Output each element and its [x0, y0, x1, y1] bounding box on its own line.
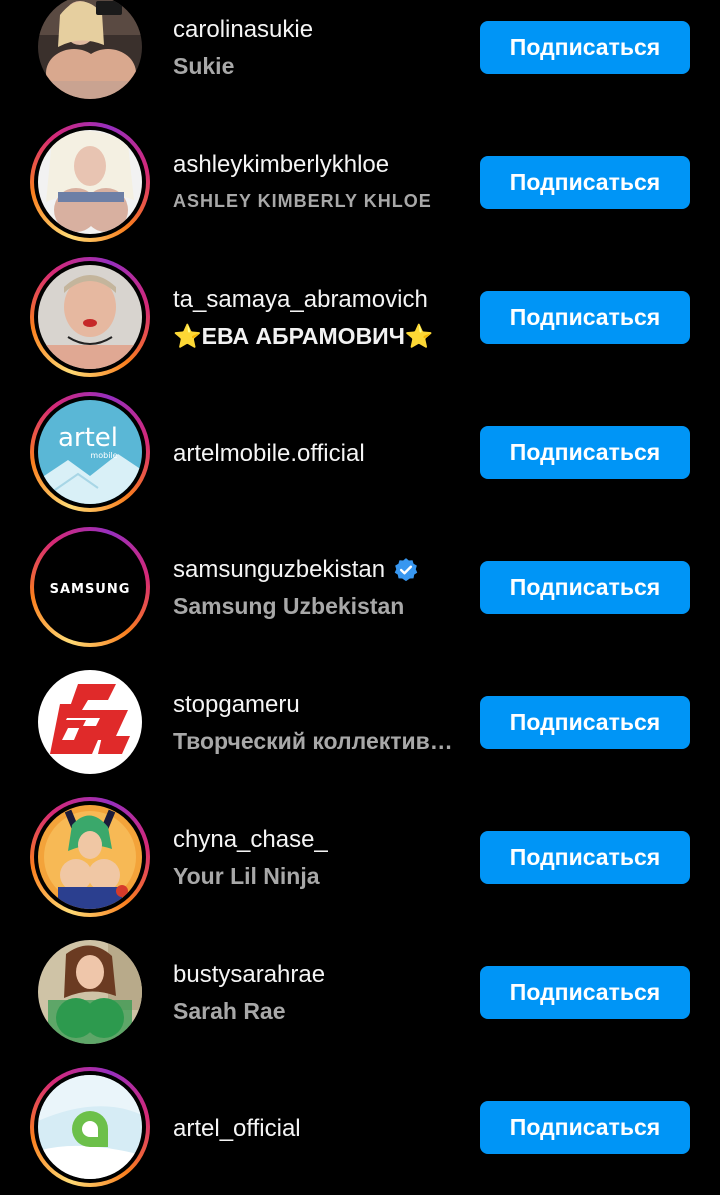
full-name: Your Lil Ninja	[173, 863, 320, 889]
follow-button[interactable]: Подписаться	[480, 561, 690, 614]
username[interactable]: stopgameru	[173, 690, 463, 720]
profile-photo	[38, 805, 142, 909]
list-item[interactable]: SAMSUNG samsunguzbekistan Samsung Uzbeki…	[0, 519, 720, 654]
list-item[interactable]: ashleykimberlykhloe ASHLEY KIMBERLY KHLO…	[0, 114, 720, 249]
account-texts: bustysarahrae Sarah Rae	[173, 960, 463, 1026]
account-texts: ta_samaya_abramovich ⭐ЕВА АБРАМОВИЧ⭐	[173, 285, 463, 351]
list-item[interactable]: artel mobile artelmobile.official Подпис…	[0, 384, 720, 519]
account-texts: carolinasukie Sukie	[173, 15, 463, 81]
list-item[interactable]: artel_official Подписаться	[0, 1059, 720, 1194]
samsung-logo-text: SAMSUNG	[50, 582, 131, 597]
profile-photo	[38, 940, 142, 1044]
avatar-story-ring[interactable]: SAMSUNG	[30, 527, 150, 647]
full-name: Sarah Rae	[173, 998, 286, 1024]
list-item[interactable]: stopgameru Творческий коллектив StopGame…	[0, 654, 720, 789]
full-name: Sukie	[173, 53, 235, 79]
list-item[interactable]: ta_samaya_abramovich ⭐ЕВА АБРАМОВИЧ⭐ Под…	[0, 249, 720, 384]
username[interactable]: samsunguzbekistan	[173, 555, 385, 585]
list-item[interactable]: bustysarahrae Sarah Rae Подписаться	[0, 924, 720, 1059]
full-name: ASHLEY KIMBERLY KHLOE	[173, 191, 432, 211]
follow-button[interactable]: Подписаться	[480, 696, 690, 749]
username[interactable]: artelmobile.official	[173, 439, 463, 469]
samsung-logo: SAMSUNG	[38, 535, 142, 639]
username[interactable]: carolinasukie	[173, 15, 463, 45]
profile-photo	[38, 0, 142, 99]
artel-logo-text: artel	[58, 423, 118, 453]
username[interactable]: chyna_chase_	[173, 825, 463, 855]
avatar-story-ring[interactable]	[30, 122, 150, 242]
follow-button[interactable]: Подписаться	[480, 831, 690, 884]
avatar[interactable]	[30, 932, 150, 1052]
follow-button[interactable]: Подписаться	[480, 1101, 690, 1154]
avatar-story-ring[interactable]	[30, 1067, 150, 1187]
username-with-badge[interactable]: samsunguzbekistan	[173, 555, 463, 585]
username[interactable]: ta_samaya_abramovich	[173, 285, 463, 315]
full-name: Samsung Uzbekistan	[173, 593, 405, 619]
follow-button[interactable]: Подписаться	[480, 966, 690, 1019]
avatar-story-ring[interactable]	[30, 257, 150, 377]
avatar-story-ring[interactable]: artel mobile	[30, 392, 150, 512]
list-item[interactable]: carolinasukie Sukie Подписаться	[0, 0, 720, 114]
suggested-accounts-list: carolinasukie Sukie Подписаться ashleyki…	[0, 0, 720, 1194]
account-texts: artel_official	[173, 1114, 463, 1144]
full-name: ⭐ЕВА АБРАМОВИЧ⭐	[173, 323, 434, 349]
verified-badge-icon	[394, 558, 418, 582]
artel-logo	[38, 1075, 142, 1179]
account-texts: artelmobile.official	[173, 439, 463, 469]
follow-button[interactable]: Подписаться	[480, 156, 690, 209]
account-texts: ashleykimberlykhloe ASHLEY KIMBERLY KHLO…	[173, 150, 463, 216]
account-texts: samsunguzbekistan Samsung Uzbekistan	[173, 555, 463, 621]
avatar[interactable]	[30, 662, 150, 782]
avatar[interactable]	[30, 0, 150, 107]
profile-photo	[38, 265, 142, 369]
avatar-story-ring[interactable]	[30, 797, 150, 917]
follow-button[interactable]: Подписаться	[480, 21, 690, 74]
follow-button[interactable]: Подписаться	[480, 426, 690, 479]
username[interactable]: ashleykimberlykhloe	[173, 150, 463, 180]
mobile-logo-text: mobile	[90, 451, 117, 460]
stopgame-logo	[38, 670, 142, 774]
account-texts: stopgameru Творческий коллектив StopGame	[173, 690, 463, 756]
follow-button[interactable]: Подписаться	[480, 291, 690, 344]
account-texts: chyna_chase_ Your Lil Ninja	[173, 825, 463, 891]
profile-photo	[38, 130, 142, 234]
full-name: Творческий коллектив StopGame	[173, 728, 458, 754]
username[interactable]: artel_official	[173, 1114, 463, 1144]
list-item[interactable]: chyna_chase_ Your Lil Ninja Подписаться	[0, 789, 720, 924]
artel-mobile-logo: artel mobile	[38, 400, 142, 504]
username[interactable]: bustysarahrae	[173, 960, 463, 990]
